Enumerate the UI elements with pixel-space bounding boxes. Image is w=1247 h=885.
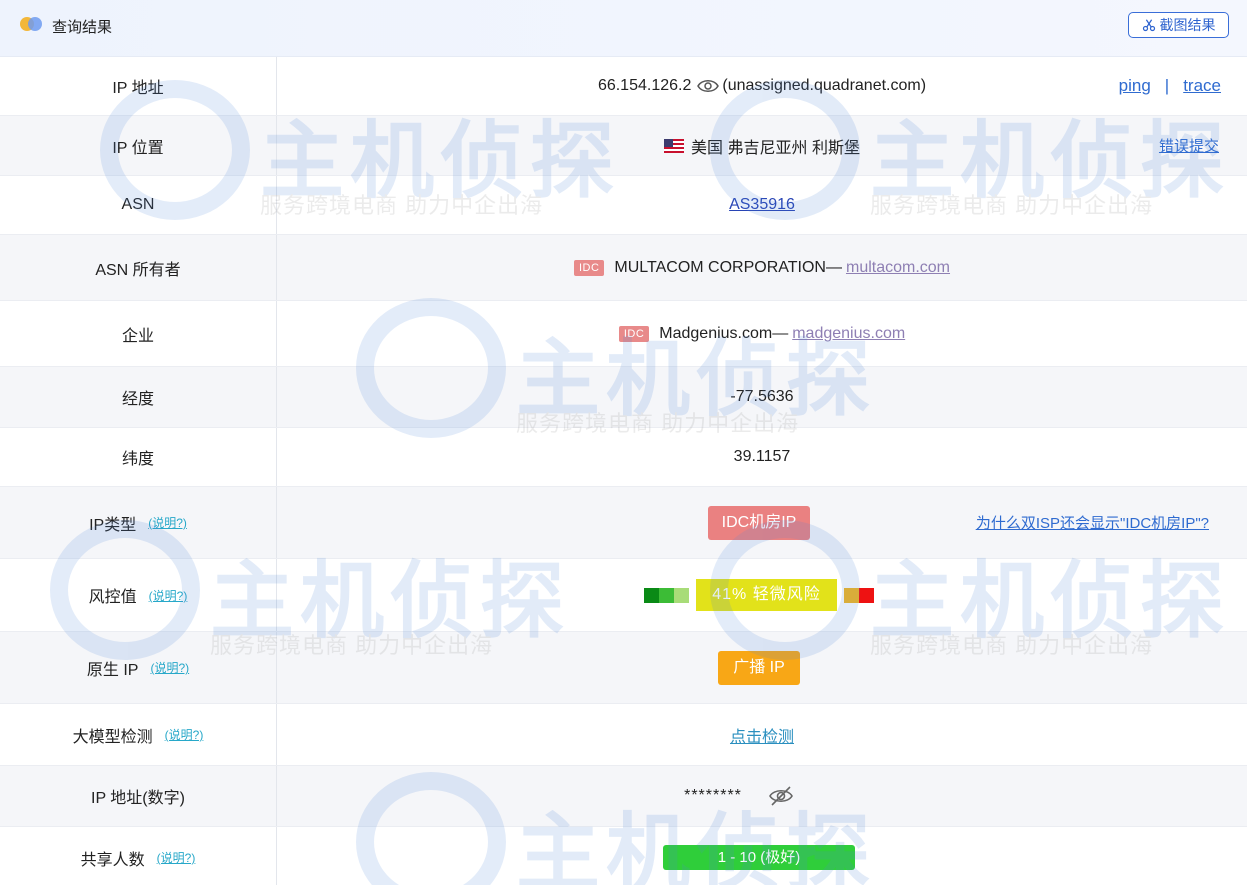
row-label: 大模型检测 (说明?): [0, 704, 277, 765]
why-idc-label: 为什么双ISP还会显示"IDC机房IP"?: [975, 515, 1209, 532]
row-label: 原生 IP (说明?): [0, 632, 277, 703]
row-label: IP类型 (说明?): [0, 487, 277, 558]
row-label-text: IP类型: [89, 516, 137, 534]
ping-link[interactable]: ping: [1119, 76, 1151, 96]
row-value: ********: [277, 766, 1247, 826]
row-location: IP 位置 美国 弗吉尼亚州 利斯堡 错误提交: [0, 116, 1247, 176]
idc-badge: IDC: [573, 259, 605, 276]
row-label: 风控值 (说明?): [0, 559, 277, 631]
detect-link[interactable]: 点击检测: [730, 723, 794, 747]
row-label: IP 地址(数字): [0, 766, 277, 826]
header-title: 查询结果: [52, 19, 113, 36]
screenshot-button[interactable]: 截图结果: [1128, 12, 1229, 38]
logo-dots-icon: [20, 17, 44, 33]
result-table: IP 地址 66.154.126.2 (unassigned.quadranet…: [0, 57, 1247, 885]
row-label-text: 风控值: [88, 589, 137, 606]
why-idc-link[interactable]: 为什么双ISP还会显示"IDC机房IP"?: [976, 487, 1209, 558]
location-text: 美国 弗吉尼亚州 利斯堡: [691, 139, 860, 157]
ip-hostname: (unassigned.quadranet.com): [722, 77, 927, 94]
row-value: 广播 IP: [277, 632, 1247, 703]
asn-link[interactable]: AS35916: [729, 196, 795, 214]
row-label: ASN 所有者: [0, 235, 277, 300]
row-company: 企业 IDC Madgenius.com— madgenius.com: [0, 301, 1247, 367]
row-label-text: 共享人数: [80, 851, 145, 869]
row-value: 41% 轻微风险: [277, 559, 1247, 631]
row-value: 1 - 10 (极好): [277, 827, 1247, 885]
row-share: 共享人数 (说明?) 1 - 10 (极好): [0, 827, 1247, 885]
row-value: IDC MULTACOM CORPORATION— multacom.com: [277, 235, 1247, 300]
help-link[interactable]: (说明?): [149, 587, 188, 604]
risk-segment-3: [674, 587, 690, 603]
help-link[interactable]: (说明?): [157, 849, 196, 866]
screenshot-button-label: 截图结果: [1159, 17, 1216, 33]
help-link[interactable]: (说明?): [165, 726, 204, 743]
us-flag-icon: [664, 138, 685, 153]
ip-type-badge: IDC机房IP: [707, 505, 811, 540]
help-link[interactable]: (说明?): [148, 514, 187, 531]
trace-link[interactable]: trace: [1183, 76, 1221, 96]
longitude-value: -77.5636: [730, 388, 794, 405]
risk-segment-1: [644, 587, 660, 603]
risk-score: 41% 轻微风险: [696, 579, 837, 611]
error-report-label: 错误提交: [1158, 138, 1219, 155]
scissors-icon: [1142, 19, 1155, 32]
risk-segment-4: [843, 587, 859, 603]
row-native-ip: 原生 IP (说明?) 广播 IP: [0, 632, 1247, 704]
row-value: AS35916: [277, 176, 1247, 234]
row-label-text: 大模型检测: [72, 728, 153, 746]
row-latitude: 纬度 39.1157: [0, 428, 1247, 487]
separator: |: [1164, 76, 1170, 95]
row-value: 美国 弗吉尼亚州 利斯堡: [277, 116, 1247, 175]
row-value: IDC Madgenius.com— madgenius.com: [277, 301, 1247, 366]
idc-badge: IDC: [618, 325, 650, 342]
row-longitude: 经度 -77.5636: [0, 367, 1247, 428]
row-ip-numeric: IP 地址(数字) ********: [0, 766, 1247, 827]
ip-address[interactable]: 66.154.126.2: [598, 77, 691, 95]
risk-meter: 41% 轻微风险: [644, 579, 874, 611]
eye-off-icon[interactable]: [768, 785, 794, 807]
row-asn: ASN AS35916: [0, 176, 1247, 235]
row-value: 点击检测: [277, 704, 1247, 765]
row-asn-owner: ASN 所有者 IDC MULTACOM CORPORATION— multac…: [0, 235, 1247, 301]
share-badge: 1 - 10 (极好): [663, 845, 855, 870]
risk-segment-2: [659, 587, 675, 603]
row-label: 企业: [0, 301, 277, 366]
row-label: 共享人数 (说明?): [0, 827, 277, 885]
result-header: 查询结果 截图结果: [0, 0, 1247, 57]
help-link[interactable]: (说明?): [150, 659, 189, 676]
row-ip-type: IP类型 (说明?) IDC机房IP 为什么双ISP还会显示"IDC机房IP"?: [0, 487, 1247, 559]
risk-segment-5: [858, 587, 874, 603]
row-label: IP 位置: [0, 116, 277, 175]
row-label: ASN: [0, 176, 277, 234]
eye-icon[interactable]: [697, 78, 720, 94]
row-llm-detect: 大模型检测 (说明?) 点击检测: [0, 704, 1247, 766]
native-ip-badge: 广播 IP: [718, 650, 800, 685]
row-value: 66.154.126.2 (unassigned.quadranet.com): [277, 57, 1247, 115]
row-label: 经度: [0, 367, 277, 427]
row-label-text: 原生 IP: [86, 661, 139, 679]
row-label: 纬度: [0, 428, 277, 486]
company-domain-link[interactable]: madgenius.com: [792, 325, 905, 343]
asn-owner-domain-link[interactable]: multacom.com: [846, 259, 950, 277]
row-label: IP 地址: [0, 57, 277, 115]
error-report-link[interactable]: 错误提交: [1159, 116, 1219, 175]
company-name: Madgenius.com—: [659, 324, 789, 342]
latitude-value: 39.1157: [733, 448, 791, 465]
masked-value: ********: [684, 787, 742, 804]
row-risk: 风控值 (说明?) 41% 轻微风险: [0, 559, 1247, 632]
asn-owner-name: MULTACOM CORPORATION—: [614, 258, 842, 276]
ip-tools: ping | trace: [1119, 57, 1221, 115]
row-ip: IP 地址 66.154.126.2 (unassigned.quadranet…: [0, 57, 1247, 116]
